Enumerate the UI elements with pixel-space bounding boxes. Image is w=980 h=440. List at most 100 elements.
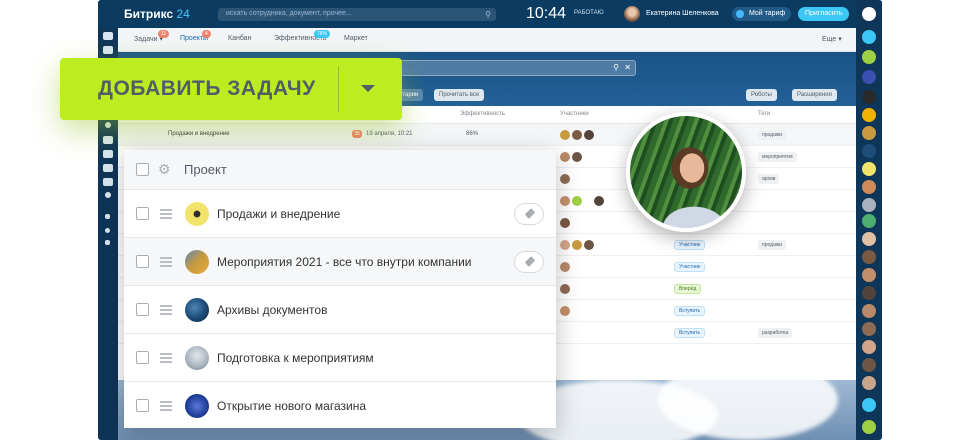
drag-handle-icon[interactable] — [160, 209, 172, 219]
tab-efficiency[interactable]: Эффективность 76% — [274, 30, 331, 42]
logo[interactable]: Битрикс 24 — [124, 7, 190, 21]
avatar[interactable] — [560, 262, 570, 272]
work-status[interactable]: РАБОТАЮ — [574, 10, 604, 16]
inbox-icon[interactable] — [103, 136, 113, 144]
list-item[interactable]: Архивы документов — [124, 286, 556, 334]
avatar[interactable] — [560, 130, 570, 140]
contact-avatar[interactable] — [862, 214, 876, 228]
sites-icon[interactable] — [105, 214, 110, 219]
gear-icon[interactable]: ⚙ — [158, 162, 171, 176]
avatar[interactable] — [560, 306, 570, 316]
calendar-icon[interactable] — [103, 164, 113, 172]
column-efficiency[interactable]: Эффективность — [460, 111, 505, 117]
tag[interactable]: разработка — [758, 328, 793, 338]
project-name[interactable]: Подготовка к мероприятиям — [217, 351, 374, 365]
crm-icon[interactable] — [105, 192, 111, 198]
filter-icon[interactable] — [103, 150, 113, 158]
drive-icon[interactable] — [103, 178, 113, 186]
contact-avatar[interactable] — [862, 250, 876, 264]
clock-icon[interactable] — [105, 122, 111, 128]
call-icon[interactable] — [862, 398, 876, 412]
tag[interactable]: мероприятия — [758, 152, 797, 162]
table-row[interactable]: Продажи и внедрение 35 19 апреля, 10:21 … — [118, 124, 856, 146]
row-checkbox[interactable] — [136, 207, 149, 220]
contact-avatar[interactable] — [862, 376, 876, 390]
search-icon[interactable]: ⚲ — [613, 63, 619, 72]
contact-avatar[interactable] — [862, 358, 876, 372]
user-avatar[interactable] — [624, 6, 640, 22]
participant-status[interactable]: Вперёд — [674, 284, 702, 294]
tab-kanban[interactable]: Канбан — [228, 35, 251, 42]
avatar[interactable] — [594, 196, 604, 206]
tab-more[interactable]: Еще ▾ — [822, 35, 842, 43]
project-name[interactable]: Архивы документов — [217, 303, 327, 317]
search-contacts-icon[interactable] — [862, 50, 876, 64]
tag[interactable]: архив — [758, 174, 780, 184]
add-task-button[interactable]: ДОБАВИТЬ ЗАДАЧУ — [60, 58, 402, 120]
avatar[interactable] — [572, 196, 582, 206]
participant-status[interactable]: Вступить — [674, 306, 706, 316]
notifications-icon[interactable] — [862, 30, 876, 44]
plus-icon[interactable] — [105, 240, 110, 245]
contact-avatar[interactable] — [862, 198, 876, 212]
avatar[interactable] — [560, 218, 570, 228]
tariff-button[interactable]: Мой тариф — [732, 7, 792, 21]
list-item[interactable]: Открытие нового магазина — [124, 382, 556, 430]
list-item[interactable]: Мероприятия 2021 - все что внутри компан… — [124, 238, 556, 286]
drag-handle-icon[interactable] — [160, 305, 172, 315]
menu-icon[interactable] — [103, 32, 113, 40]
help-icon[interactable] — [862, 7, 876, 21]
column-tags[interactable]: Теги — [758, 111, 770, 117]
contact-avatar[interactable] — [862, 144, 876, 158]
project-name[interactable]: Продажи и внедрение — [217, 207, 340, 221]
drag-handle-icon[interactable] — [160, 257, 172, 267]
contact-avatar[interactable] — [862, 90, 876, 104]
contact-avatar[interactable] — [862, 70, 876, 84]
feed-icon[interactable] — [103, 46, 113, 54]
read-all-button[interactable]: Прочитать все — [434, 89, 485, 101]
tab-market[interactable]: Маркет — [344, 35, 368, 42]
contact-avatar[interactable] — [862, 268, 876, 282]
tag[interactable]: продажи — [758, 240, 786, 250]
avatar[interactable] — [572, 152, 582, 162]
contact-avatar[interactable] — [862, 340, 876, 354]
contact-avatar[interactable] — [862, 126, 876, 140]
tab-tasks[interactable]: Задачи 11 ▾ — [134, 30, 170, 43]
phone-icon[interactable] — [862, 420, 876, 434]
robots-button[interactable]: Роботы — [746, 89, 777, 101]
contact-avatar[interactable] — [862, 304, 876, 318]
tab-projects[interactable]: Проекты 4 — [180, 30, 211, 42]
tag[interactable]: продажи — [758, 130, 786, 140]
pin-icon[interactable] — [514, 251, 544, 273]
contact-avatar[interactable] — [862, 232, 876, 246]
avatar[interactable] — [584, 240, 594, 250]
avatar[interactable] — [560, 284, 570, 294]
chevron-down-icon[interactable] — [361, 85, 375, 92]
project-name[interactable]: Продажи и внедрение — [168, 131, 230, 137]
avatar[interactable] — [560, 174, 570, 184]
extensions-button[interactable]: Расширения — [792, 89, 837, 101]
contact-avatar[interactable] — [862, 286, 876, 300]
list-item[interactable]: Подготовка к мероприятиям — [124, 334, 556, 382]
row-checkbox[interactable] — [136, 399, 149, 412]
row-checkbox[interactable] — [136, 351, 149, 364]
row-checkbox[interactable] — [136, 255, 149, 268]
participant-status[interactable]: Участник — [674, 262, 706, 272]
pin-icon[interactable] — [514, 203, 544, 225]
contact-avatar[interactable] — [862, 180, 876, 194]
avatar[interactable] — [560, 196, 570, 206]
avatar[interactable] — [560, 240, 570, 250]
drag-handle-icon[interactable] — [160, 353, 172, 363]
search-input[interactable]: искать сотрудника, документ, прочее... — [226, 10, 352, 17]
contact-avatar[interactable] — [862, 108, 876, 122]
project-name[interactable]: Мероприятия 2021 - все что внутри компан… — [217, 255, 472, 269]
participant-status[interactable]: Вступить — [674, 328, 706, 338]
project-name[interactable]: Открытие нового магазина — [217, 399, 366, 413]
avatar[interactable] — [572, 240, 582, 250]
avatar[interactable] — [560, 152, 570, 162]
avatar[interactable] — [584, 130, 594, 140]
avatar[interactable] — [572, 130, 582, 140]
search-icon[interactable]: ⚲ — [485, 10, 491, 19]
row-checkbox[interactable] — [136, 303, 149, 316]
user-name[interactable]: Екатерина Шеленкова — [646, 10, 719, 17]
